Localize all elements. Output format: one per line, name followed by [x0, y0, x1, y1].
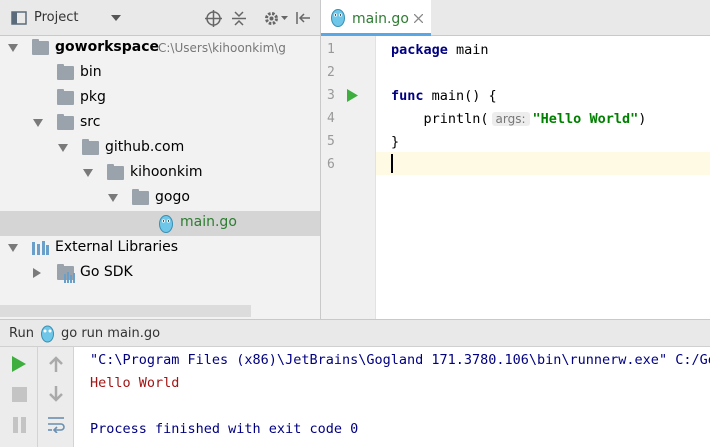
tab-main-go[interactable]: main.go [321, 0, 431, 36]
closing-paren: ) [638, 111, 647, 127]
console-output[interactable]: "C:\Program Files (x86)\JetBrains\Goglan… [74, 347, 710, 447]
rerun-icon[interactable] [12, 356, 26, 372]
tree-item-path: C:\Users\kihoonkim\g [158, 41, 286, 55]
project-view-icon[interactable] [11, 10, 27, 26]
code-line-4: println(args: "Hello World") [391, 111, 647, 127]
editor-tab-bar: main.go [321, 0, 710, 36]
run-toolbar-secondary [38, 347, 74, 447]
run-config-label[interactable]: go run main.go [61, 326, 160, 341]
identifier: main [447, 42, 489, 58]
run-gutter-icon[interactable] [347, 89, 358, 102]
tree-item-github[interactable]: github.com [0, 136, 321, 161]
parameter-hint: args: [491, 112, 530, 126]
tree-item-label: External Libraries [55, 239, 178, 255]
stop-icon[interactable] [12, 387, 27, 402]
line-number: 4 [327, 111, 335, 126]
run-panel-title: Run [9, 326, 34, 341]
folder-icon [32, 39, 49, 55]
expand-arrow-icon[interactable] [8, 244, 18, 252]
folder-icon [57, 89, 74, 105]
tree-item-kihoonkim[interactable]: kihoonkim [0, 161, 321, 186]
project-panel-header: Project [0, 0, 321, 36]
line-number: 2 [327, 65, 335, 80]
tab-label: main.go [352, 11, 409, 27]
collapse-all-icon[interactable] [231, 10, 247, 27]
string-literal: "Hello World" [532, 111, 639, 127]
tree-item-go-sdk[interactable]: Go SDK [0, 261, 321, 286]
gopher-file-icon [41, 325, 54, 343]
gear-icon[interactable] [263, 10, 280, 27]
folder-icon [57, 64, 74, 80]
tree-item-label: kihoonkim [130, 164, 203, 180]
horizontal-scrollbar[interactable] [0, 305, 251, 317]
console-line-command: "C:\Program Files (x86)\JetBrains\Goglan… [90, 352, 710, 368]
tree-item-label: pkg [80, 89, 106, 105]
gopher-file-icon [331, 9, 345, 27]
run-panel-header: Run go run main.go [0, 319, 710, 347]
tree-item-label: gogo [155, 189, 190, 205]
gopher-file-icon [159, 215, 173, 233]
tree-item-label: main.go [180, 214, 237, 230]
folder-icon [82, 139, 99, 155]
project-tree: goworkspace C:\Users\kihoonkim\g bin pkg… [0, 36, 321, 318]
tree-item-external-libraries[interactable]: External Libraries [0, 236, 321, 261]
expand-arrow-icon[interactable] [58, 144, 68, 152]
line-number: 3 [327, 88, 335, 103]
run-toolbar [0, 347, 38, 447]
code-line-5: } [391, 134, 399, 150]
library-icon [64, 272, 75, 283]
current-line-highlight [376, 152, 710, 175]
editor-gutter[interactable]: 1 2 3 4 5 6 [321, 36, 387, 319]
library-icon [32, 241, 49, 255]
tree-item-label: Go SDK [80, 264, 133, 280]
text-caret [391, 154, 393, 173]
identifier: main() { [423, 88, 497, 104]
line-number: 6 [327, 157, 335, 172]
scroll-from-source-icon[interactable] [205, 10, 222, 27]
close-icon[interactable] [414, 14, 423, 23]
expand-arrow-icon[interactable] [33, 119, 43, 127]
console-line-exit: Process finished with exit code 0 [90, 421, 359, 437]
soft-wrap-icon[interactable] [47, 415, 65, 433]
keyword: func [391, 88, 424, 104]
arrow-up-icon[interactable] [49, 356, 63, 372]
keyword: package [391, 42, 448, 58]
tree-item-pkg[interactable]: pkg [0, 86, 321, 111]
tree-item-goworkspace[interactable]: goworkspace C:\Users\kihoonkim\g [0, 36, 321, 61]
project-panel-title[interactable]: Project [34, 10, 78, 25]
code-line-3: func main() { [391, 88, 497, 104]
tree-item-src[interactable]: src [0, 111, 321, 136]
folder-icon [107, 164, 124, 180]
arrow-down-icon[interactable] [49, 386, 63, 402]
function-call: println( [391, 111, 489, 127]
folder-icon [132, 189, 149, 205]
code-line-1: package main [391, 42, 489, 58]
folder-icon [57, 114, 74, 130]
expand-arrow-icon[interactable] [33, 268, 41, 278]
expand-arrow-icon[interactable] [108, 194, 118, 202]
tree-item-label: bin [80, 64, 102, 80]
code-editor[interactable]: package main func main() { println(args:… [376, 36, 710, 319]
tree-item-gogo[interactable]: gogo [0, 186, 321, 211]
pause-icon[interactable] [12, 417, 27, 433]
expand-arrow-icon[interactable] [8, 44, 18, 52]
chevron-down-icon[interactable] [111, 15, 121, 22]
tree-item-label: src [80, 114, 101, 130]
tree-item-bin[interactable]: bin [0, 61, 321, 86]
tree-item-label: goworkspace [55, 39, 160, 55]
console-line-output: Hello World [90, 375, 180, 391]
expand-arrow-icon[interactable] [83, 169, 93, 177]
tree-item-main-go[interactable]: main.go [0, 211, 321, 236]
chevron-down-icon[interactable] [281, 16, 288, 21]
hide-panel-icon[interactable] [295, 10, 311, 26]
line-number: 1 [327, 42, 335, 57]
line-number: 5 [327, 134, 335, 149]
closing-brace: } [391, 134, 400, 150]
tree-item-label: github.com [105, 139, 185, 155]
